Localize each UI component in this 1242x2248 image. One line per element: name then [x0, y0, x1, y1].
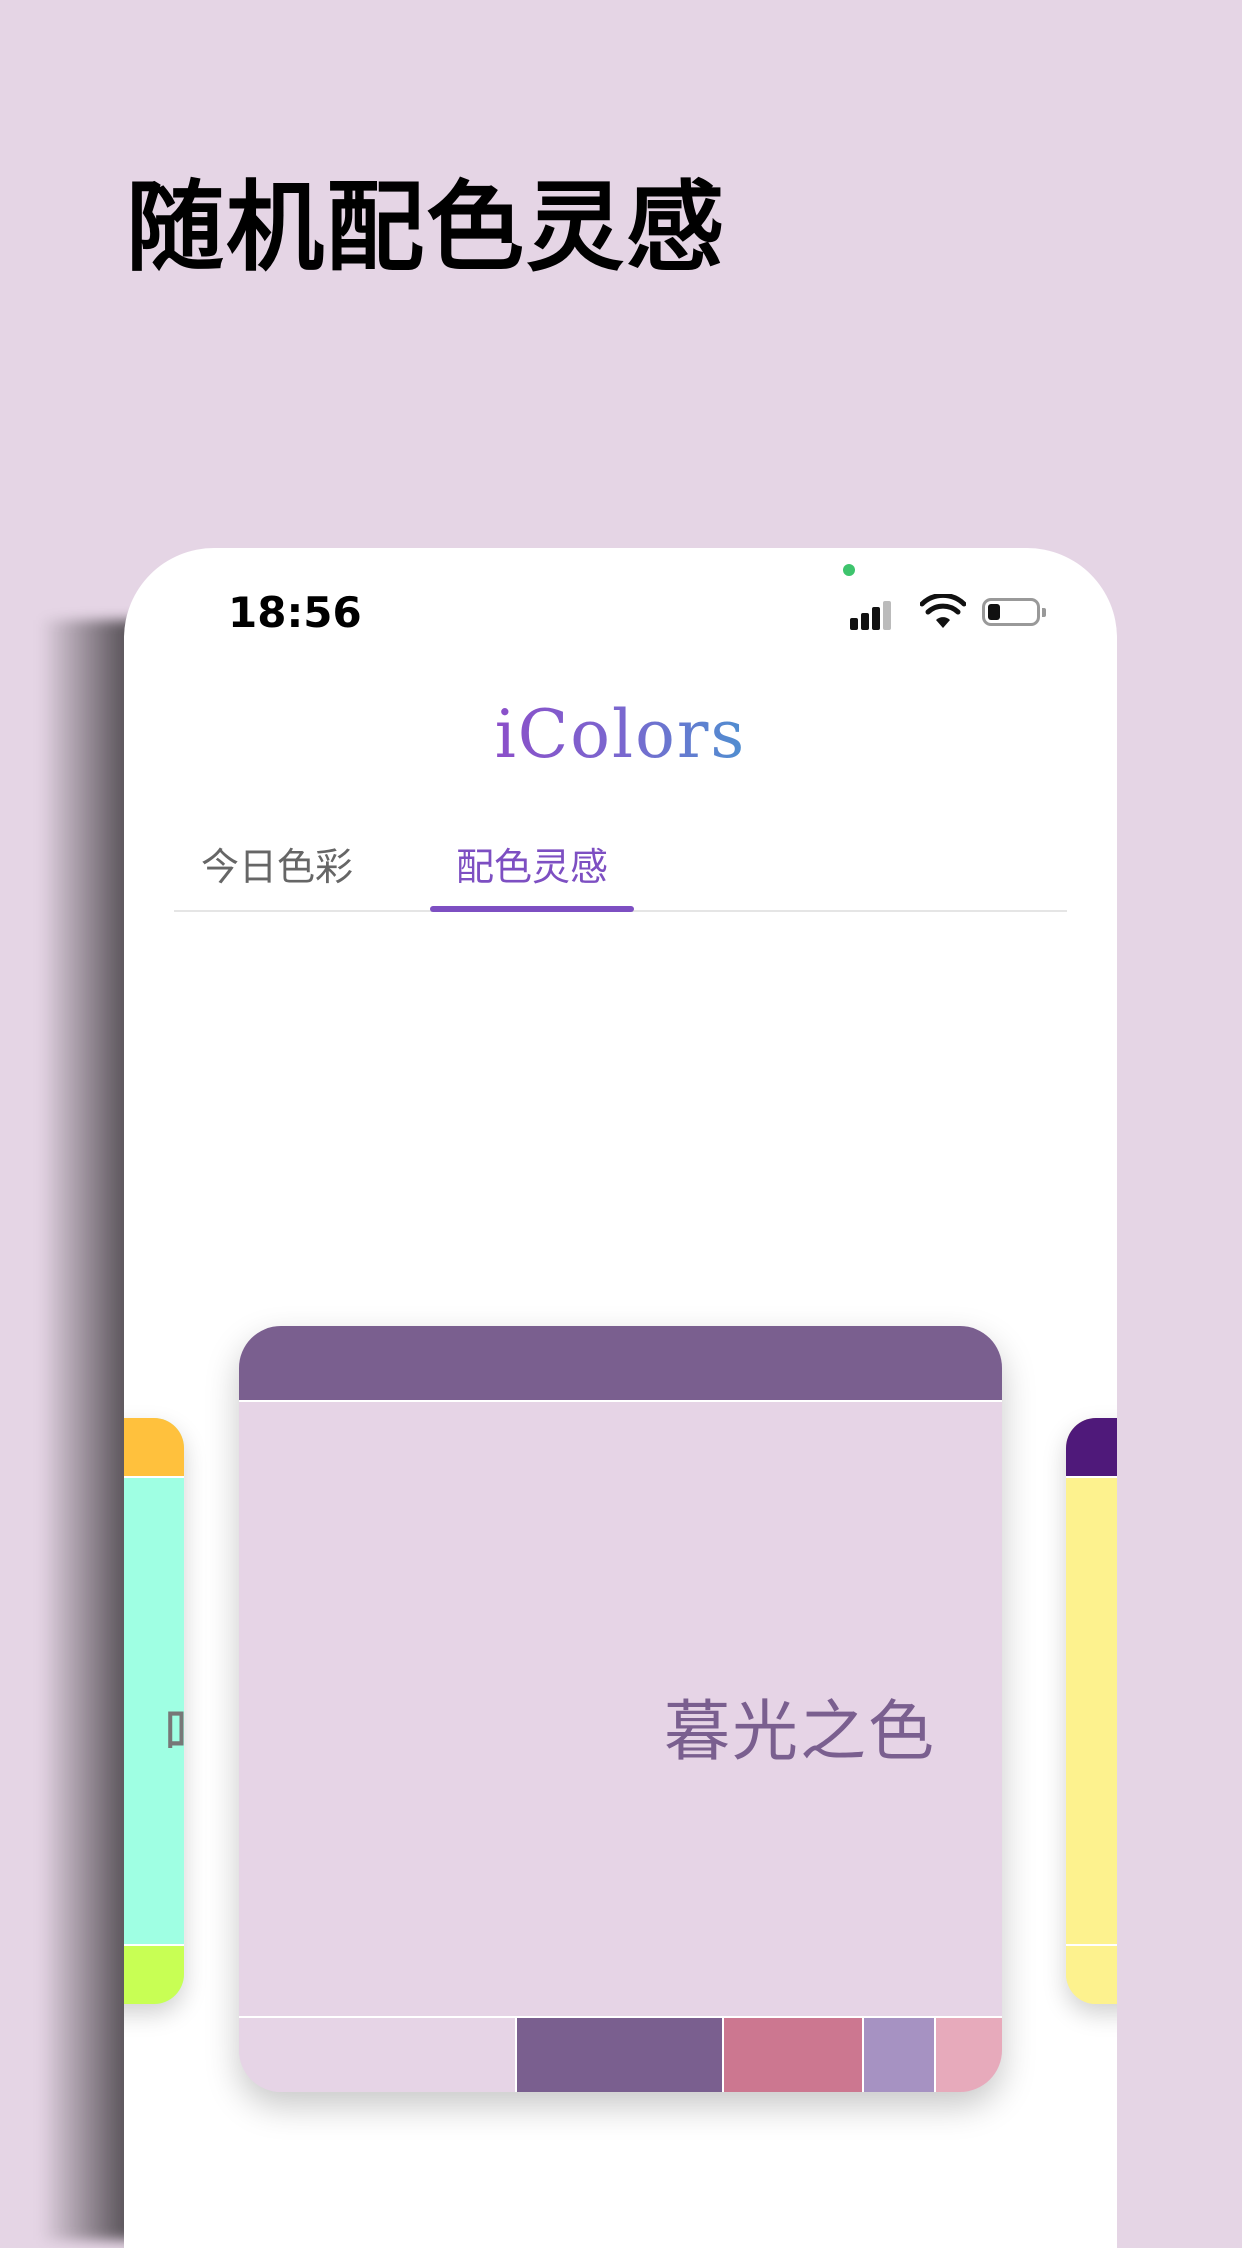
palette-card-previous-footer	[124, 1944, 184, 2004]
app-logo: iColors	[124, 696, 1117, 773]
privacy-indicator-dot	[843, 564, 855, 576]
signal-icon	[850, 598, 902, 630]
palette-card-previous-header	[124, 1418, 184, 1478]
tab-today-colors[interactable]: 今日色彩	[174, 830, 380, 910]
palette-card-next[interactable]	[1066, 1418, 1117, 2004]
palette-card-header	[239, 1326, 1002, 1402]
active-tab-indicator	[430, 906, 634, 912]
headline: 随机配色灵感	[126, 171, 727, 285]
wifi-icon	[920, 594, 966, 628]
tab-bar: 今日色彩 配色灵感	[174, 830, 1067, 912]
status-time: 18:56	[228, 588, 362, 637]
tab-color-inspiration-label: 配色灵感	[455, 845, 608, 889]
palette-swatch	[515, 2018, 722, 2092]
app-logo-text: iColors	[494, 696, 747, 773]
palette-card-next-footer	[1066, 1944, 1117, 2004]
palette-card-next-header	[1066, 1418, 1117, 1478]
palette-card-title: 暮光之色	[664, 1693, 936, 1770]
palette-swatch	[934, 2018, 1002, 2092]
battery-icon	[982, 598, 1046, 626]
tab-color-inspiration[interactable]: 配色灵感	[430, 830, 634, 912]
phone-mockup: 18:56 iColors 今日色彩 配色灵感 味 暮光之色	[124, 548, 1117, 2248]
palette-swatch	[722, 2018, 862, 2092]
palette-card-previous[interactable]: 味	[124, 1418, 184, 2004]
palette-card-previous-title: 味	[164, 1688, 184, 1748]
palette-swatch	[239, 2018, 515, 2092]
palette-card[interactable]: 暮光之色	[239, 1326, 1002, 2092]
palette-swatch	[862, 2018, 934, 2092]
palette-swatch-strip	[239, 2016, 1002, 2092]
